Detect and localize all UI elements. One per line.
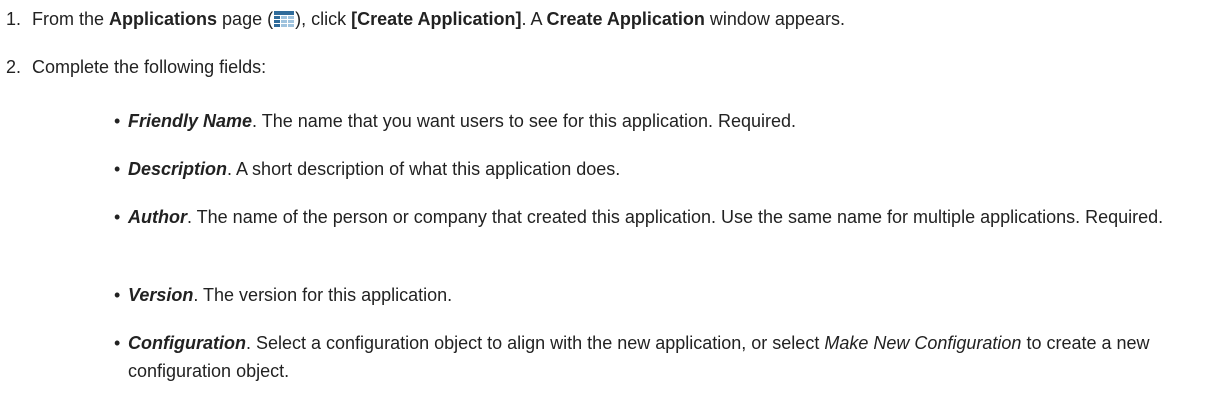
bullet-icon: •	[114, 207, 121, 227]
field-item-author: • Author. The name of the person or comp…	[114, 203, 1204, 231]
step-text: window appears.	[704, 9, 845, 29]
bullet-icon: •	[114, 333, 121, 353]
field-description: . The version for this application.	[193, 285, 453, 305]
field-item-description: • Description. A short description of wh…	[114, 155, 1204, 183]
field-item-version: • Version. The version for this applicat…	[114, 281, 1204, 309]
step-1: 1. From the Applications page ( ), click …	[6, 5, 845, 33]
field-name: Friendly Name	[128, 111, 253, 131]
bullet-icon: •	[114, 111, 121, 131]
field-description: . A short description of what this appli…	[227, 159, 621, 179]
step-number: 1.	[6, 9, 22, 29]
field-name: Version	[128, 285, 194, 305]
create-application-window-label: Create Application	[546, 9, 705, 29]
applications-page-label: Applications	[109, 9, 218, 29]
field-name: Description	[128, 159, 228, 179]
make-new-configuration-option: Make New Configuration	[824, 333, 1022, 353]
step-text: From the	[32, 9, 110, 29]
create-application-button-label: [Create Application]	[351, 9, 522, 29]
step-text: page (	[217, 9, 274, 29]
field-item-friendly-name: • Friendly Name. The name that you want …	[114, 107, 1204, 135]
field-description: . The name that you want users to see fo…	[252, 111, 797, 131]
document: 1. From the Applications page ( ), click …	[0, 0, 1216, 410]
field-description: . Select a configuration object to align…	[245, 333, 825, 353]
field-name: Configuration	[128, 333, 246, 353]
step-number: 2.	[6, 57, 22, 77]
step-text: ), click	[295, 9, 352, 29]
bullet-icon: •	[114, 159, 121, 179]
applications-grid-icon	[274, 7, 295, 27]
step-text: Complete the following fields:	[32, 57, 267, 77]
step-text: . A	[521, 9, 547, 29]
field-item-configuration: • Configuration. Select a configuration …	[114, 329, 1204, 385]
field-description: . The name of the person or company that…	[186, 207, 1164, 227]
bullet-icon: •	[114, 285, 121, 305]
step-2: 2. Complete the following fields:	[6, 53, 266, 81]
field-name: Author	[128, 207, 187, 227]
